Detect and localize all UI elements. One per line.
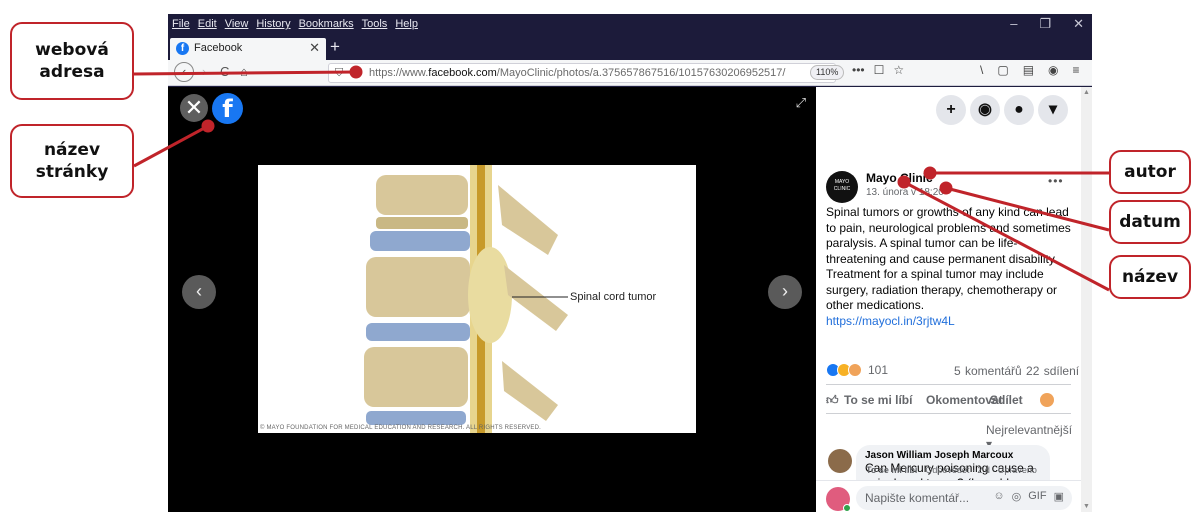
page-actions: ••• ☐ ☆ bbox=[852, 63, 904, 77]
forward-button[interactable]: › bbox=[202, 64, 206, 79]
expand-icon[interactable]: ⤢ bbox=[796, 95, 806, 111]
image-label: Spinal cord tumor bbox=[570, 291, 657, 303]
my-avatar bbox=[826, 487, 851, 512]
image-copyright: © MAYO FOUNDATION FOR MEDICAL EDUCATION … bbox=[260, 425, 542, 431]
post-body: Spinal tumors or growths of any kind can… bbox=[826, 205, 1071, 312]
close-tab-icon[interactable]: ✕ bbox=[309, 40, 320, 56]
menu-bookmarks[interactable]: Bookmarks bbox=[299, 18, 354, 30]
next-photo-button[interactable]: › bbox=[768, 275, 802, 309]
menu-bar: File Edit View History Bookmarks Tools H… bbox=[168, 14, 1092, 36]
notifications-icon[interactable]: ● bbox=[1004, 95, 1034, 125]
tab-strip: f Facebook ✕ + bbox=[168, 36, 1092, 60]
post-text: Spinal tumors or growths of any kind can… bbox=[826, 205, 1074, 329]
annotated-screenshot: File Edit View History Bookmarks Tools H… bbox=[0, 0, 1197, 512]
comment-share-counts[interactable]: 5 komentářů 22 sdílení bbox=[954, 364, 1079, 378]
sticker-icon[interactable]: ▣ bbox=[1054, 490, 1064, 503]
browser-window: File Edit View History Bookmarks Tools H… bbox=[168, 14, 1092, 512]
navigation-toolbar: ‹ › C ⌂ ⛉ https://www.facebook.com/MayoC… bbox=[168, 60, 1092, 86]
create-button[interactable]: + bbox=[936, 95, 966, 125]
annotation-nazev-stranky: název stránky bbox=[10, 124, 134, 198]
comment-placeholder: Napište komentář... bbox=[865, 491, 970, 505]
reader-icon[interactable]: ▤ bbox=[1023, 63, 1034, 77]
tab-facebook[interactable]: f Facebook ✕ bbox=[170, 38, 326, 60]
account-icon[interactable]: ◉ bbox=[1048, 63, 1058, 77]
new-tab-button[interactable]: + bbox=[330, 37, 340, 57]
shield-icon: ⛉ bbox=[335, 67, 344, 79]
facebook-favicon-icon: f bbox=[176, 42, 189, 55]
toolbar-right: \ ▢ ▤ ◉ ≡ bbox=[980, 63, 1080, 77]
reaction-count: 101 bbox=[868, 363, 889, 377]
divider bbox=[826, 384, 1071, 385]
hamburger-menu-icon[interactable]: ≡ bbox=[1073, 63, 1080, 77]
annotation-webova-adresa: webová adresa bbox=[10, 22, 134, 100]
comment-composer: Napište komentář... ☺ ◎ GIF ▣ bbox=[816, 480, 1081, 512]
previous-photo-button[interactable]: ‹ bbox=[182, 275, 216, 309]
emoji-icon[interactable]: ☺ bbox=[993, 490, 1004, 503]
account-menu-button[interactable]: ▾ bbox=[1038, 95, 1068, 125]
menu-view[interactable]: View bbox=[225, 18, 249, 30]
back-button[interactable]: ‹ bbox=[174, 62, 194, 82]
menu-edit[interactable]: Edit bbox=[198, 18, 217, 30]
home-button[interactable]: ⌂ bbox=[240, 64, 248, 79]
post-link[interactable]: https://mayocl.in/3rjtw4L bbox=[826, 314, 1074, 330]
messenger-icon[interactable]: ◉ bbox=[970, 95, 1000, 125]
like-button[interactable]: To se mi líbí bbox=[844, 393, 912, 407]
menu-help[interactable]: Help bbox=[395, 18, 418, 30]
like-icon: 👍︎ bbox=[826, 393, 839, 407]
camera-icon[interactable]: ◎ bbox=[1012, 490, 1022, 503]
bookmark-star-icon[interactable]: ☆ bbox=[893, 63, 904, 77]
post-author[interactable]: Mayo Clinic bbox=[866, 171, 933, 185]
maximize-button[interactable]: ❐ bbox=[1039, 16, 1051, 32]
minimize-button[interactable]: – bbox=[1010, 16, 1017, 32]
annotation-autor: autor bbox=[1109, 150, 1191, 194]
url-bar[interactable]: ⛉ https://www.facebook.com/MayoClinic/ph… bbox=[328, 63, 836, 83]
menu-file[interactable]: File bbox=[172, 18, 190, 30]
post-date[interactable]: 13. února v 18:20 · bbox=[866, 187, 950, 198]
pocket-icon[interactable]: ☐ bbox=[874, 63, 885, 77]
facebook-logo-icon[interactable]: f bbox=[212, 93, 243, 124]
annotation-datum: datum bbox=[1109, 200, 1191, 244]
commenter-avatar[interactable] bbox=[828, 449, 852, 473]
close-window-button[interactable]: ✕ bbox=[1073, 16, 1084, 32]
post-options-icon[interactable]: ••• bbox=[1048, 174, 1064, 188]
comment-input[interactable]: Napište komentář... ☺ ◎ GIF ▣ bbox=[856, 486, 1072, 510]
library-icon[interactable]: \ bbox=[980, 63, 983, 77]
reload-button[interactable]: C bbox=[220, 64, 229, 79]
menu-history[interactable]: History bbox=[256, 18, 290, 30]
close-viewer-button[interactable]: ✕ bbox=[180, 94, 208, 122]
comment-meta: To se mi líbí · Odpovědět · 2 d · Uprave… bbox=[866, 465, 1037, 475]
photo-viewer: ✕ f ⤢ ‹ › Spinal cord tumor © MAYO FOUND… bbox=[168, 87, 816, 512]
commenter-name[interactable]: Jason William Joseph Marcoux bbox=[865, 450, 1041, 461]
url-text: https://www.facebook.com/MayoClinic/phot… bbox=[369, 67, 786, 79]
comment-like-link[interactable]: To se mi líbí bbox=[866, 465, 917, 475]
care-reaction-icon bbox=[848, 363, 862, 377]
annotation-nazev: název bbox=[1109, 255, 1191, 299]
page-actions-menu-icon[interactable]: ••• bbox=[852, 63, 865, 77]
sidebar-icon[interactable]: ▢ bbox=[997, 63, 1008, 77]
post-panel: + ◉ ● ▾ MAYO CLINIC Mayo Clinic 13. únor… bbox=[816, 87, 1081, 512]
gif-icon[interactable]: GIF bbox=[1028, 490, 1046, 503]
spine-illustration: Spinal cord tumor © MAYO FOUNDATION FOR … bbox=[258, 165, 696, 433]
comment-meta-rest[interactable]: · Odpovědět · 2 d · Upraveno bbox=[917, 465, 1037, 475]
online-dot bbox=[843, 504, 851, 512]
zoom-level[interactable]: 110% bbox=[810, 65, 845, 80]
reaction-picker-icon[interactable] bbox=[1040, 393, 1054, 407]
panel-scrollbar[interactable]: ▲ ▼ bbox=[1081, 87, 1092, 512]
share-button[interactable]: Sdílet bbox=[990, 393, 1023, 407]
scroll-down-icon[interactable]: ▼ bbox=[1083, 503, 1090, 510]
divider bbox=[826, 413, 1071, 414]
tab-title: Facebook bbox=[194, 42, 243, 54]
menu-tools[interactable]: Tools bbox=[362, 18, 388, 30]
scroll-up-icon[interactable]: ▲ bbox=[1083, 89, 1090, 96]
page-avatar[interactable]: MAYO CLINIC bbox=[826, 171, 858, 203]
reactions-summary[interactable]: 101 bbox=[826, 363, 888, 377]
